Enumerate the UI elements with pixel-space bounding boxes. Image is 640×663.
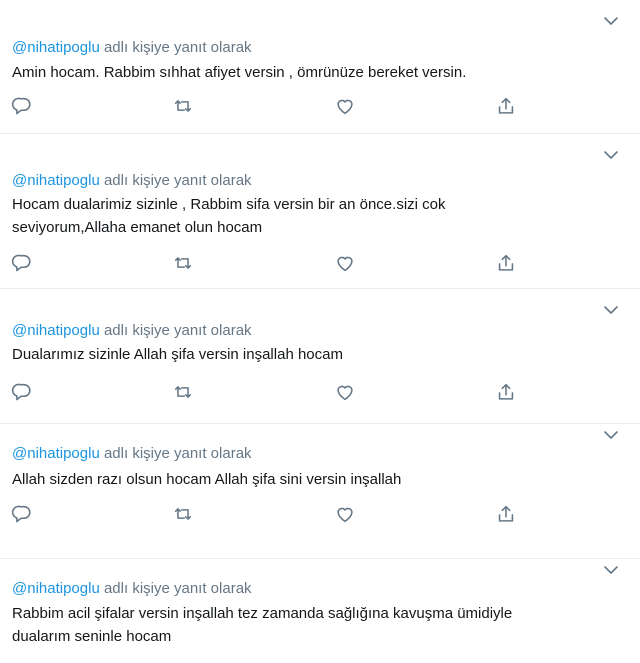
tweet-text-line: Amin hocam. Rabbim sıhhat afiyet versin …	[12, 64, 467, 81]
retweet-icon[interactable]	[171, 380, 195, 404]
tweet-text-line: Dualarımız sizinle Allah şifa versin inş…	[12, 346, 343, 363]
reply-icon[interactable]	[10, 94, 34, 118]
reply-tweet[interactable]: @nihatipoglu adlı kişiye yanıt olarak Al…	[0, 424, 640, 559]
reply-icon[interactable]	[10, 502, 34, 526]
heart-icon[interactable]	[333, 380, 357, 404]
reply-context-label: adlı kişiye yanıt olarak	[103, 322, 252, 339]
chevron-down-icon[interactable]	[602, 14, 620, 28]
chevron-down-icon[interactable]	[602, 303, 620, 317]
reply-context-label: adlı kişiye yanıt olarak	[103, 172, 252, 189]
reply-tweet[interactable]: @nihatipoglu adlı kişiye yanıt olarak Ra…	[0, 559, 640, 663]
share-icon[interactable]	[494, 94, 518, 118]
reply-context-label: adlı kişiye yanıt olarak	[103, 445, 252, 462]
reply-context: @nihatipoglu adlı kişiye yanıt olarak	[12, 171, 252, 191]
share-icon[interactable]	[494, 251, 518, 275]
share-icon[interactable]	[494, 380, 518, 404]
heart-icon[interactable]	[333, 251, 357, 275]
heart-icon[interactable]	[333, 94, 357, 118]
mention-link[interactable]: @nihatipoglu	[12, 39, 100, 56]
reply-icon[interactable]	[10, 251, 34, 275]
reply-context: @nihatipoglu adlı kişiye yanıt olarak	[12, 444, 252, 464]
mention-link[interactable]: @nihatipoglu	[12, 322, 100, 339]
reply-tweet[interactable]: @nihatipoglu adlı kişiye yanıt olarak Am…	[0, 0, 640, 134]
chevron-down-icon[interactable]	[602, 148, 620, 162]
reply-context-label: adlı kişiye yanıt olarak	[103, 39, 252, 56]
retweet-icon[interactable]	[171, 251, 195, 275]
reply-context: @nihatipoglu adlı kişiye yanıt olarak	[12, 321, 252, 341]
tweet-text-line: Rabbim acil şifalar versin inşallah tez …	[12, 605, 513, 622]
tweet-text: Allah sizden razı olsun hocam Allah şifa…	[12, 468, 624, 491]
mention-link[interactable]: @nihatipoglu	[12, 445, 100, 462]
action-bar	[0, 502, 640, 526]
tweet-text-line: Hocam dualarimiz sizinle , Rabbim sifa v…	[12, 196, 446, 213]
heart-icon[interactable]	[333, 502, 357, 526]
reply-tweet[interactable]: @nihatipoglu adlı kişiye yanıt olarak Du…	[0, 289, 640, 424]
tweet-text: Amin hocam. Rabbim sıhhat afiyet versin …	[12, 61, 624, 84]
share-icon[interactable]	[494, 502, 518, 526]
reply-context: @nihatipoglu adlı kişiye yanıt olarak	[12, 579, 252, 599]
reply-context: @nihatipoglu adlı kişiye yanıt olarak	[12, 38, 252, 58]
chevron-down-icon[interactable]	[602, 428, 620, 442]
mention-link[interactable]: @nihatipoglu	[12, 172, 100, 189]
action-bar	[0, 94, 640, 118]
tweet-text-line: Allah sizden razı olsun hocam Allah şifa…	[12, 471, 402, 488]
action-bar	[0, 251, 640, 275]
replies-feed: @nihatipoglu adlı kişiye yanıt olarak Am…	[0, 0, 640, 663]
chevron-down-icon[interactable]	[602, 563, 620, 577]
mention-link[interactable]: @nihatipoglu	[12, 580, 100, 597]
tweet-text-line: seviyorum,Allaha emanet olun hocam	[12, 219, 263, 236]
tweet-text: Hocam dualarimiz sizinle , Rabbim sifa v…	[12, 193, 624, 239]
reply-tweet[interactable]: @nihatipoglu adlı kişiye yanıt olarak Ho…	[0, 134, 640, 289]
reply-icon[interactable]	[10, 380, 34, 404]
tweet-text-line: dualarım seninle hocam	[12, 628, 172, 645]
reply-context-label: adlı kişiye yanıt olarak	[103, 580, 252, 597]
retweet-icon[interactable]	[171, 502, 195, 526]
tweet-text: Rabbim acil şifalar versin inşallah tez …	[12, 602, 624, 648]
action-bar	[0, 380, 640, 404]
tweet-text: Dualarımız sizinle Allah şifa versin inş…	[12, 343, 624, 366]
retweet-icon[interactable]	[171, 94, 195, 118]
